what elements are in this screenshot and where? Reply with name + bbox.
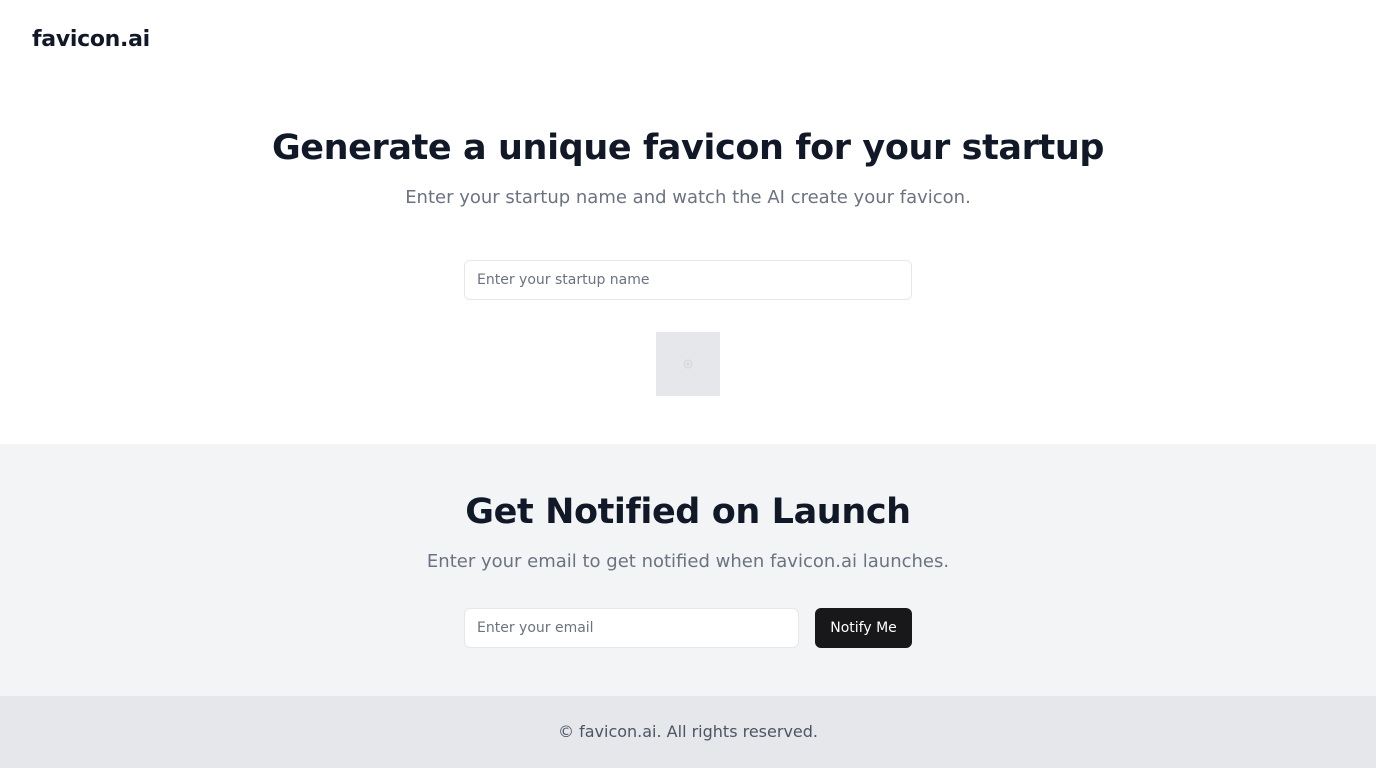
startup-name-input[interactable]: [464, 260, 912, 300]
hero-section: Generate a unique favicon for your start…: [0, 80, 1376, 444]
image-placeholder-icon: [683, 359, 693, 369]
logo[interactable]: favicon.ai: [32, 24, 150, 56]
site-header: favicon.ai: [0, 0, 1376, 80]
hero-subtitle: Enter your startup name and watch the AI…: [405, 187, 971, 208]
site-footer: © favicon.ai. All rights reserved.: [0, 696, 1376, 768]
hero-title: Generate a unique favicon for your start…: [271, 128, 1105, 168]
favicon-preview: [656, 332, 720, 396]
notify-section: Get Notified on Launch Enter your email …: [0, 444, 1376, 696]
notify-subtitle: Enter your email to get notified when fa…: [426, 551, 950, 572]
notify-me-button[interactable]: Notify Me: [815, 608, 912, 648]
notify-title: Get Notified on Launch: [465, 492, 911, 532]
email-input[interactable]: [464, 608, 799, 648]
copyright-text: © favicon.ai. All rights reserved.: [558, 722, 818, 741]
